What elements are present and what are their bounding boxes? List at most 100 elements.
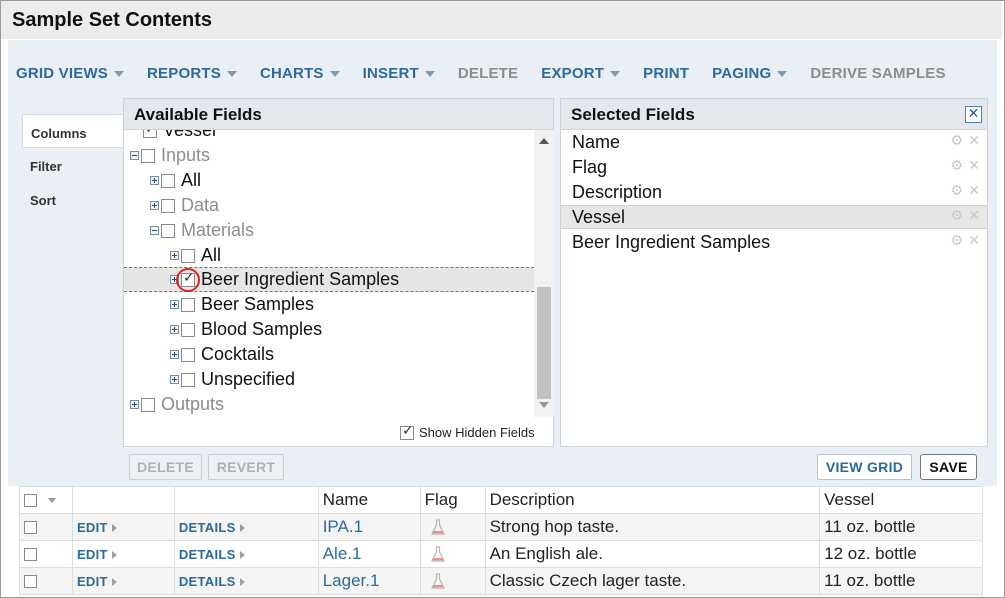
tab-sort[interactable]: Sort — [22, 182, 122, 216]
gear-icon[interactable]: ⚙ — [950, 158, 963, 174]
details-link[interactable]: DETAILS — [179, 574, 236, 589]
tree-node-beer-samples[interactable]: Beer Samples — [124, 292, 534, 317]
edit-link[interactable]: EDIT — [77, 520, 108, 535]
collapse-icon[interactable] — [130, 151, 139, 160]
tree-node-beer-ingredient-samples[interactable]: Beer Ingredient Samples — [124, 267, 534, 292]
details-link[interactable]: DETAILS — [179, 547, 236, 562]
tab-columns[interactable]: Columns — [22, 114, 124, 148]
checkbox[interactable] — [161, 223, 175, 238]
selected-field-vessel[interactable]: Vessel ⚙ ✕ — [561, 205, 987, 229]
flag-flask-icon[interactable] — [430, 573, 445, 590]
expand-icon[interactable] — [170, 375, 179, 384]
checkbox[interactable] — [176, 267, 200, 292]
checkbox[interactable] — [161, 198, 175, 213]
header-flag[interactable]: Flag — [419, 486, 486, 514]
remove-icon[interactable]: ✕ — [968, 133, 980, 149]
selected-field-description[interactable]: Description ⚙ ✕ — [561, 181, 987, 205]
reports-button[interactable]: REPORTS — [147, 65, 237, 82]
tree-node-label: Unspecified — [201, 369, 296, 389]
scroll-thumb[interactable] — [537, 287, 551, 399]
tree-node-materials-all[interactable]: All — [124, 243, 534, 268]
show-hidden-checkbox[interactable] — [400, 423, 414, 440]
checkbox[interactable] — [181, 248, 195, 263]
remove-icon[interactable]: ✕ — [968, 183, 980, 199]
checkbox[interactable] — [181, 297, 195, 312]
tree-node-unspecified[interactable]: Unspecified — [124, 367, 534, 392]
remove-icon[interactable]: ✕ — [968, 208, 980, 224]
charts-button[interactable]: CHARTS — [260, 65, 340, 82]
selected-field-beer-ingredient-samples[interactable]: Beer Ingredient Samples ⚙ ✕ — [561, 231, 987, 255]
name-cell: Lager.1 — [317, 567, 421, 595]
tree-node-outputs[interactable]: Outputs — [124, 392, 534, 417]
edit-link[interactable]: EDIT — [77, 574, 108, 589]
delete-button[interactable]: DELETE — [458, 65, 518, 82]
checkbox[interactable] — [141, 148, 155, 163]
expand-icon[interactable] — [170, 350, 179, 359]
save-button[interactable]: SAVE — [920, 454, 977, 480]
revert-button[interactable]: REVERT — [208, 454, 284, 480]
panel-delete-button[interactable]: DELETE — [129, 454, 202, 480]
row-checkbox[interactable] — [24, 575, 37, 589]
expand-icon[interactable] — [130, 400, 139, 409]
export-button[interactable]: EXPORT — [541, 65, 621, 82]
tree-node-blood-samples[interactable]: Blood Samples — [124, 317, 534, 342]
tree-node-inputs[interactable]: Inputs — [124, 143, 534, 168]
remove-icon[interactable]: ✕ — [968, 233, 980, 249]
details-link[interactable]: DETAILS — [179, 520, 236, 535]
show-hidden-fields-toggle[interactable]: Show Hidden Fields — [400, 423, 535, 440]
header-description[interactable]: Description — [484, 486, 821, 514]
expand-icon[interactable] — [150, 176, 159, 185]
row-select[interactable] — [19, 540, 73, 568]
tree-node-inputs-all[interactable]: All — [124, 168, 534, 193]
sample-name-link[interactable]: Lager.1 — [323, 571, 380, 590]
tree-node-cocktails[interactable]: Cocktails — [124, 342, 534, 367]
remove-icon[interactable]: ✕ — [968, 158, 980, 174]
tree-scrollbar[interactable] — [534, 130, 554, 417]
scroll-down-icon[interactable] — [539, 402, 549, 408]
tab-filter[interactable]: Filter — [22, 148, 122, 182]
grid-views-button[interactable]: GRID VIEWS — [16, 65, 125, 82]
gear-icon[interactable]: ⚙ — [950, 233, 963, 249]
expand-icon[interactable] — [170, 251, 179, 260]
table-row: EDIT DETAILS Ale.1 An English ale. 12 oz… — [19, 540, 983, 568]
print-button[interactable]: PRINT — [643, 65, 689, 82]
insert-button[interactable]: INSERT — [363, 65, 435, 82]
expand-icon[interactable] — [170, 300, 179, 309]
checkbox[interactable] — [181, 322, 195, 337]
header-name[interactable]: Name — [317, 486, 421, 514]
tree-node-materials[interactable]: Materials — [124, 218, 534, 243]
row-select[interactable] — [19, 567, 73, 595]
close-icon[interactable]: ✕ — [965, 106, 982, 123]
row-checkbox[interactable] — [24, 548, 37, 562]
flag-flask-icon[interactable] — [430, 546, 445, 563]
tree-node-vessel[interactable]: Vessel — [124, 130, 534, 143]
checkbox[interactable] — [181, 372, 195, 387]
derive-samples-button[interactable]: DERIVE SAMPLES — [810, 65, 945, 82]
checkbox[interactable] — [143, 130, 157, 138]
collapse-icon[interactable] — [150, 226, 159, 235]
expand-icon[interactable] — [170, 325, 179, 334]
select-all-header[interactable] — [19, 486, 73, 514]
chevron-down-icon[interactable] — [48, 498, 56, 504]
selected-field-flag[interactable]: Flag ⚙ ✕ — [561, 156, 987, 180]
edit-link[interactable]: EDIT — [77, 547, 108, 562]
row-select[interactable] — [19, 513, 73, 541]
expand-icon[interactable] — [150, 201, 159, 210]
header-vessel[interactable]: Vessel — [819, 486, 983, 514]
sample-name-link[interactable]: IPA.1 — [323, 517, 363, 536]
gear-icon[interactable]: ⚙ — [950, 208, 963, 224]
sample-name-link[interactable]: Ale.1 — [323, 544, 362, 563]
tree-node-data[interactable]: Data — [124, 193, 534, 218]
row-checkbox[interactable] — [24, 521, 37, 535]
checkbox[interactable] — [181, 347, 195, 362]
selected-field-name[interactable]: Name ⚙ ✕ — [561, 131, 987, 155]
checkbox[interactable] — [141, 397, 155, 412]
gear-icon[interactable]: ⚙ — [950, 133, 963, 149]
view-grid-button[interactable]: VIEW GRID — [817, 454, 912, 480]
scroll-up-icon[interactable] — [539, 138, 549, 144]
select-all-checkbox[interactable] — [24, 494, 37, 508]
gear-icon[interactable]: ⚙ — [950, 183, 963, 199]
paging-button[interactable]: PAGING — [712, 65, 788, 82]
checkbox[interactable] — [161, 173, 175, 188]
flag-flask-icon[interactable] — [430, 519, 445, 536]
